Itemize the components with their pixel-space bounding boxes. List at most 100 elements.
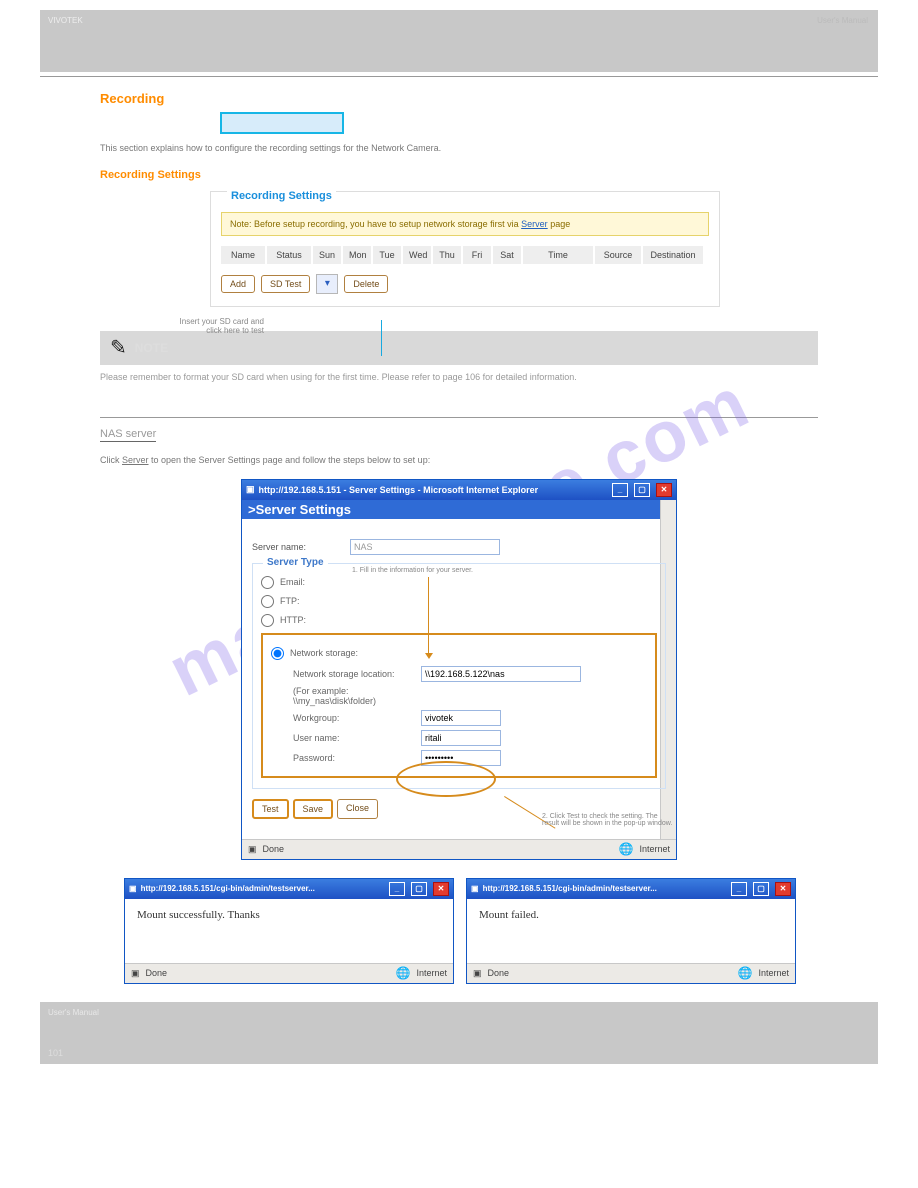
note-box: ✎ NOTE — [100, 331, 818, 365]
globe-icon: 🌐 — [619, 842, 634, 856]
radio-ns-label: Network storage: — [290, 648, 358, 658]
radio-ftp[interactable]: FTP: — [261, 595, 657, 608]
advanced-mode-badge — [220, 112, 344, 134]
recording-btnrow: Add SD Test ▾ Delete — [221, 274, 709, 294]
close-button[interactable]: ✕ — [433, 882, 449, 896]
radio-email-label: Email: — [280, 577, 305, 587]
minimize-button[interactable]: _ — [612, 483, 628, 497]
minimize-button[interactable]: _ — [731, 882, 747, 896]
col-sat: Sat — [493, 246, 521, 264]
content-area: Recording This section explains how to c… — [100, 91, 818, 984]
popup-fail-status: ▣ Done 🌐 Internet — [467, 963, 795, 983]
ie-body: 1. Fill in the information for your serv… — [242, 519, 676, 839]
minimize-button[interactable]: _ — [389, 882, 405, 896]
server-link[interactable]: Server — [521, 219, 548, 229]
recording-note-text: Note: Before setup recording, you have t… — [230, 219, 519, 229]
nas-instruction: Click Server to open the Server Settings… — [100, 454, 818, 467]
ie-icon: ▣ — [129, 884, 137, 893]
server-settings-header: >Server Settings — [242, 500, 676, 519]
ie-statusbar: ▣ Done 🌐 Internet — [242, 839, 676, 859]
recording-settings-panel: Recording Settings Note: Before setup re… — [210, 191, 720, 307]
ie-icon: ▣ — [471, 884, 479, 893]
radio-email-input[interactable] — [261, 576, 274, 589]
example1: (For example: — [293, 686, 647, 696]
recording-settings-heading: Recording Settings — [100, 169, 818, 181]
col-tue: Tue — [373, 246, 401, 264]
radio-ns-input[interactable] — [271, 647, 284, 660]
col-source: Source — [595, 246, 641, 264]
server-link-inline[interactable]: Server — [122, 455, 149, 465]
popup-success-title: ▣ http://192.168.5.151/cgi-bin/admin/tes… — [125, 879, 453, 899]
page-footer: User's Manual 101 — [40, 1002, 878, 1064]
close-server-button[interactable]: Close — [337, 799, 378, 819]
ie-title-text: http://192.168.5.151 - Server Settings -… — [259, 485, 539, 495]
radio-http[interactable]: HTTP: — [261, 614, 657, 627]
recording-note: Note: Before setup recording, you have t… — [221, 212, 709, 236]
ie-window: ▣ http://192.168.5.151 - Server Settings… — [241, 479, 677, 860]
add-button[interactable]: Add — [221, 275, 255, 293]
network-storage-highlight: Network storage: Network storage locatio… — [261, 633, 657, 778]
server-settings-title: Server Settings — [256, 502, 351, 517]
globe-icon: 🌐 — [738, 966, 753, 980]
popup-fail-body: Mount failed. — [467, 899, 795, 963]
server-name-input[interactable] — [350, 539, 500, 555]
popup-fail-title: ▣ http://192.168.5.151/cgi-bin/admin/tes… — [467, 879, 795, 899]
sd-test-button[interactable]: SD Test — [261, 275, 310, 293]
save-button[interactable]: Save — [293, 799, 334, 819]
radio-ftp-label: FTP: — [280, 596, 300, 606]
done-icon: ▣ — [248, 844, 257, 855]
wg-input[interactable] — [421, 710, 501, 726]
server-type-fieldset: Server Type Email: FTP: HTTP: Network st… — [252, 563, 666, 789]
delete-button[interactable]: Delete — [344, 275, 388, 293]
col-thu: Thu — [433, 246, 461, 264]
radio-email[interactable]: Email: — [261, 576, 657, 589]
wg-row: Workgroup: — [293, 710, 647, 726]
status-done: Done — [263, 844, 285, 854]
maximize-button[interactable]: ▢ — [753, 882, 769, 896]
loc-label: Network storage location: — [293, 669, 413, 679]
loc-row: Network storage location: — [293, 666, 647, 682]
col-fri: Fri — [463, 246, 491, 264]
test-button[interactable]: Test — [252, 799, 289, 819]
server-name-row: Server name: — [252, 539, 666, 555]
status-done: Done — [146, 968, 168, 978]
sd-test-dropdown[interactable]: ▾ — [316, 274, 338, 294]
done-icon: ▣ — [473, 968, 482, 979]
col-status: Status — [267, 246, 311, 264]
col-mon: Mon — [343, 246, 371, 264]
annotation-ellipse — [396, 761, 496, 797]
radio-http-label: HTTP: — [280, 615, 306, 625]
close-button[interactable]: ✕ — [775, 882, 791, 896]
callout-line — [381, 320, 382, 356]
page-number: 101 — [48, 1048, 63, 1058]
col-wed: Wed — [403, 246, 431, 264]
ie-titlebar: ▣ http://192.168.5.151 - Server Settings… — [242, 480, 676, 500]
sd-test-callout: Insert your SD card and click here to te… — [168, 317, 264, 335]
section-divider — [100, 417, 818, 418]
server-type-legend: Server Type — [263, 557, 328, 568]
close-button[interactable]: ✕ — [656, 483, 672, 497]
radio-network-storage[interactable]: Network storage: — [271, 647, 647, 660]
annotation-step2: 2. Click Test to check the setting. The … — [542, 813, 676, 827]
page-header: VIVOTEK User's Manual — [40, 10, 878, 72]
status-internet: Internet — [758, 968, 789, 978]
pencil-icon: ✎ — [110, 335, 127, 360]
nas-server-heading: NAS server — [100, 428, 156, 442]
header-rule — [40, 76, 878, 77]
maximize-button[interactable]: ▢ — [411, 882, 427, 896]
recording-note-tail: page — [550, 219, 570, 229]
ie-icon: ▣ — [246, 484, 255, 495]
header-left: VIVOTEK — [48, 16, 83, 25]
section-recording-title: Recording — [100, 91, 818, 106]
server-name-label: Server name: — [252, 542, 342, 552]
status-done: Done — [488, 968, 510, 978]
popup-fail-title-text: http://192.168.5.151/cgi-bin/admin/tests… — [483, 884, 657, 893]
radio-http-input[interactable] — [261, 614, 274, 627]
radio-ftp-input[interactable] — [261, 595, 274, 608]
recording-panel-legend: Recording Settings — [227, 190, 336, 202]
loc-input[interactable] — [421, 666, 581, 682]
recording-intro: This section explains how to configure t… — [100, 142, 818, 155]
un-input[interactable] — [421, 730, 501, 746]
header-right: User's Manual — [817, 16, 868, 25]
maximize-button[interactable]: ▢ — [634, 483, 650, 497]
